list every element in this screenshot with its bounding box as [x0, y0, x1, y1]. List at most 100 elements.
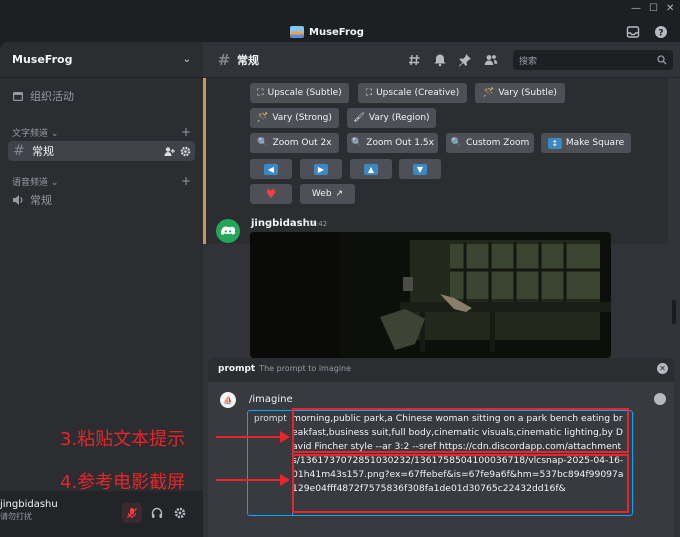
button-label: Web [311, 189, 332, 199]
arrow-left-icon: ◀ [264, 163, 278, 175]
server-header[interactable]: MuseFrog ⌄ [0, 42, 203, 78]
annotation-arrow [216, 474, 290, 486]
vary-region-button[interactable]: 🖌 Vary (Region) [347, 108, 436, 128]
member-list-icon[interactable] [484, 53, 498, 67]
button-label: Vary (Strong) [272, 113, 332, 123]
threads-icon[interactable] [408, 53, 422, 67]
pan-left-button[interactable]: ◀ [250, 159, 292, 179]
generated-image[interactable] [250, 232, 611, 358]
close-window-button[interactable]: ✕ [666, 3, 674, 14]
button-label: Upscale (Subtle) [267, 88, 342, 98]
help-icon[interactable]: ? [654, 25, 668, 39]
arrow-up-icon: ▲ [364, 163, 378, 175]
chevron-down-icon: ⌄ [182, 54, 191, 65]
sidebar-item-label: 组织活动 [30, 90, 74, 103]
custom-zoom-button[interactable]: 🔍 Custom Zoom [446, 133, 534, 153]
heart-icon: ♥ [265, 187, 277, 201]
emoji-picker-icon[interactable] [654, 393, 666, 405]
mute-mic-button[interactable] [122, 503, 142, 523]
annotation-box-screenshot-link [292, 454, 629, 513]
command-option-header: prompt The prompt to imagine [218, 364, 351, 374]
inbox-icon[interactable] [626, 25, 640, 39]
annotation-box-prompt-text [292, 408, 629, 453]
magnifier-icon: 🔍 [351, 138, 363, 148]
search-icon [657, 55, 667, 65]
pan-up-button[interactable]: ▲ [350, 159, 392, 179]
user-settings-button[interactable] [170, 503, 190, 523]
app-logo-icon [290, 26, 304, 38]
sidebar-item-label: 常规 [30, 194, 52, 207]
sidebar-item-general-voice[interactable]: 常规 [8, 190, 195, 210]
magic-wand-icon: 🪄 [257, 113, 269, 123]
title-bar: — ☐ ✕ MuseFrog ? [0, 0, 680, 42]
web-link-button[interactable]: Web ↗ [300, 184, 355, 204]
chevron-down-icon: ⌄ [50, 128, 59, 139]
app-title: MuseFrog [290, 24, 364, 40]
annotation-step3-label: 3.粘贴文本提示 [60, 429, 186, 450]
upscale-icon: ⛶ [365, 88, 373, 98]
slash-command-name: /imagine [249, 394, 293, 405]
avatar[interactable] [216, 219, 240, 243]
button-label: Vary (Subtle) [498, 88, 557, 98]
parameter-label: prompt [249, 411, 293, 515]
magic-wand-icon: 🪄 [483, 88, 495, 98]
pan-down-button[interactable]: ▼ [399, 159, 441, 179]
search-placeholder: 搜索 [519, 57, 538, 67]
speaker-icon [13, 195, 23, 205]
message-timestamp: 01:42 [307, 220, 328, 228]
button-label: Upscale (Creative) [376, 88, 460, 98]
option-description: The prompt to imagine [259, 364, 352, 373]
discord-logo-icon [221, 225, 235, 235]
vary-subtle-button[interactable]: 🪄 Vary (Subtle) [475, 83, 565, 103]
upscale-icon: ⛶ [257, 88, 264, 98]
hash-icon: # [13, 143, 25, 159]
add-channel-icon[interactable]: + [181, 125, 191, 139]
button-label: Make Square [565, 138, 625, 148]
app-title-text: MuseFrog [309, 26, 364, 38]
close-icon[interactable]: ✕ [657, 363, 668, 374]
mic-muted-icon [127, 508, 137, 518]
deafen-button[interactable] [147, 503, 167, 523]
vary-strong-button[interactable]: 🪄 Vary (Strong) [250, 108, 339, 128]
chevron-down-icon: ⌄ [50, 177, 59, 188]
add-channel-icon[interactable]: + [181, 174, 191, 188]
make-square-button[interactable]: ↕ Make Square [541, 133, 631, 153]
notification-bell-icon[interactable] [433, 53, 447, 67]
add-member-icon[interactable] [164, 146, 175, 157]
button-label: Zoom Out 2x [272, 138, 332, 148]
pan-right-button[interactable]: ▶ [300, 159, 342, 179]
zoom-out-2x-button[interactable]: 🔍 Zoom Out 2x [250, 133, 339, 153]
arrow-right-icon: ▶ [314, 163, 328, 175]
user-status: 请勿打扰 [0, 512, 32, 521]
voice-channel-category[interactable]: 语音频道 ⌄ + [12, 174, 191, 188]
annotation-step4-label: 4.参考电影截屏 [60, 472, 186, 493]
movie-still-picture [250, 232, 611, 358]
svg-text:?: ? [658, 29, 663, 39]
sidebar-item-events[interactable]: 组织活动 [8, 86, 195, 106]
server-name: MuseFrog [12, 53, 73, 66]
button-label: Vary (Region) [368, 113, 430, 123]
upscale-subtle-button[interactable]: ⛶ Upscale (Subtle) [250, 83, 349, 103]
pin-icon[interactable] [458, 53, 472, 67]
magnifier-icon: 🔍 [257, 138, 269, 148]
upscale-creative-button[interactable]: ⛶ Upscale (Creative) [358, 83, 467, 103]
calendar-icon [13, 92, 23, 101]
zoom-out-1.5x-button[interactable]: 🔍 Zoom Out 1.5x [347, 133, 438, 153]
button-label: Custom Zoom [465, 138, 530, 148]
option-name: prompt [218, 364, 256, 374]
search-input[interactable]: 搜索 [513, 50, 673, 70]
headphones-icon [151, 507, 163, 518]
category-label: 语音频道 [12, 177, 49, 188]
gear-icon[interactable] [180, 146, 191, 157]
scrollbar[interactable] [672, 300, 676, 324]
external-link-icon: ↗ [335, 189, 344, 199]
favorite-button[interactable]: ♥ [250, 184, 292, 204]
sidebar-item-label: 常规 [32, 145, 54, 158]
text-channel-category[interactable]: 文字频道 ⌄ + [12, 125, 191, 139]
minimize-button[interactable]: — [631, 3, 641, 14]
paintbrush-icon: 🖌 [353, 113, 365, 123]
annotation-arrow [216, 431, 290, 443]
sidebar-item-general-text[interactable]: # 常规 [8, 141, 195, 161]
maximize-button[interactable]: ☐ [649, 3, 658, 14]
category-label: 文字频道 [12, 128, 49, 139]
